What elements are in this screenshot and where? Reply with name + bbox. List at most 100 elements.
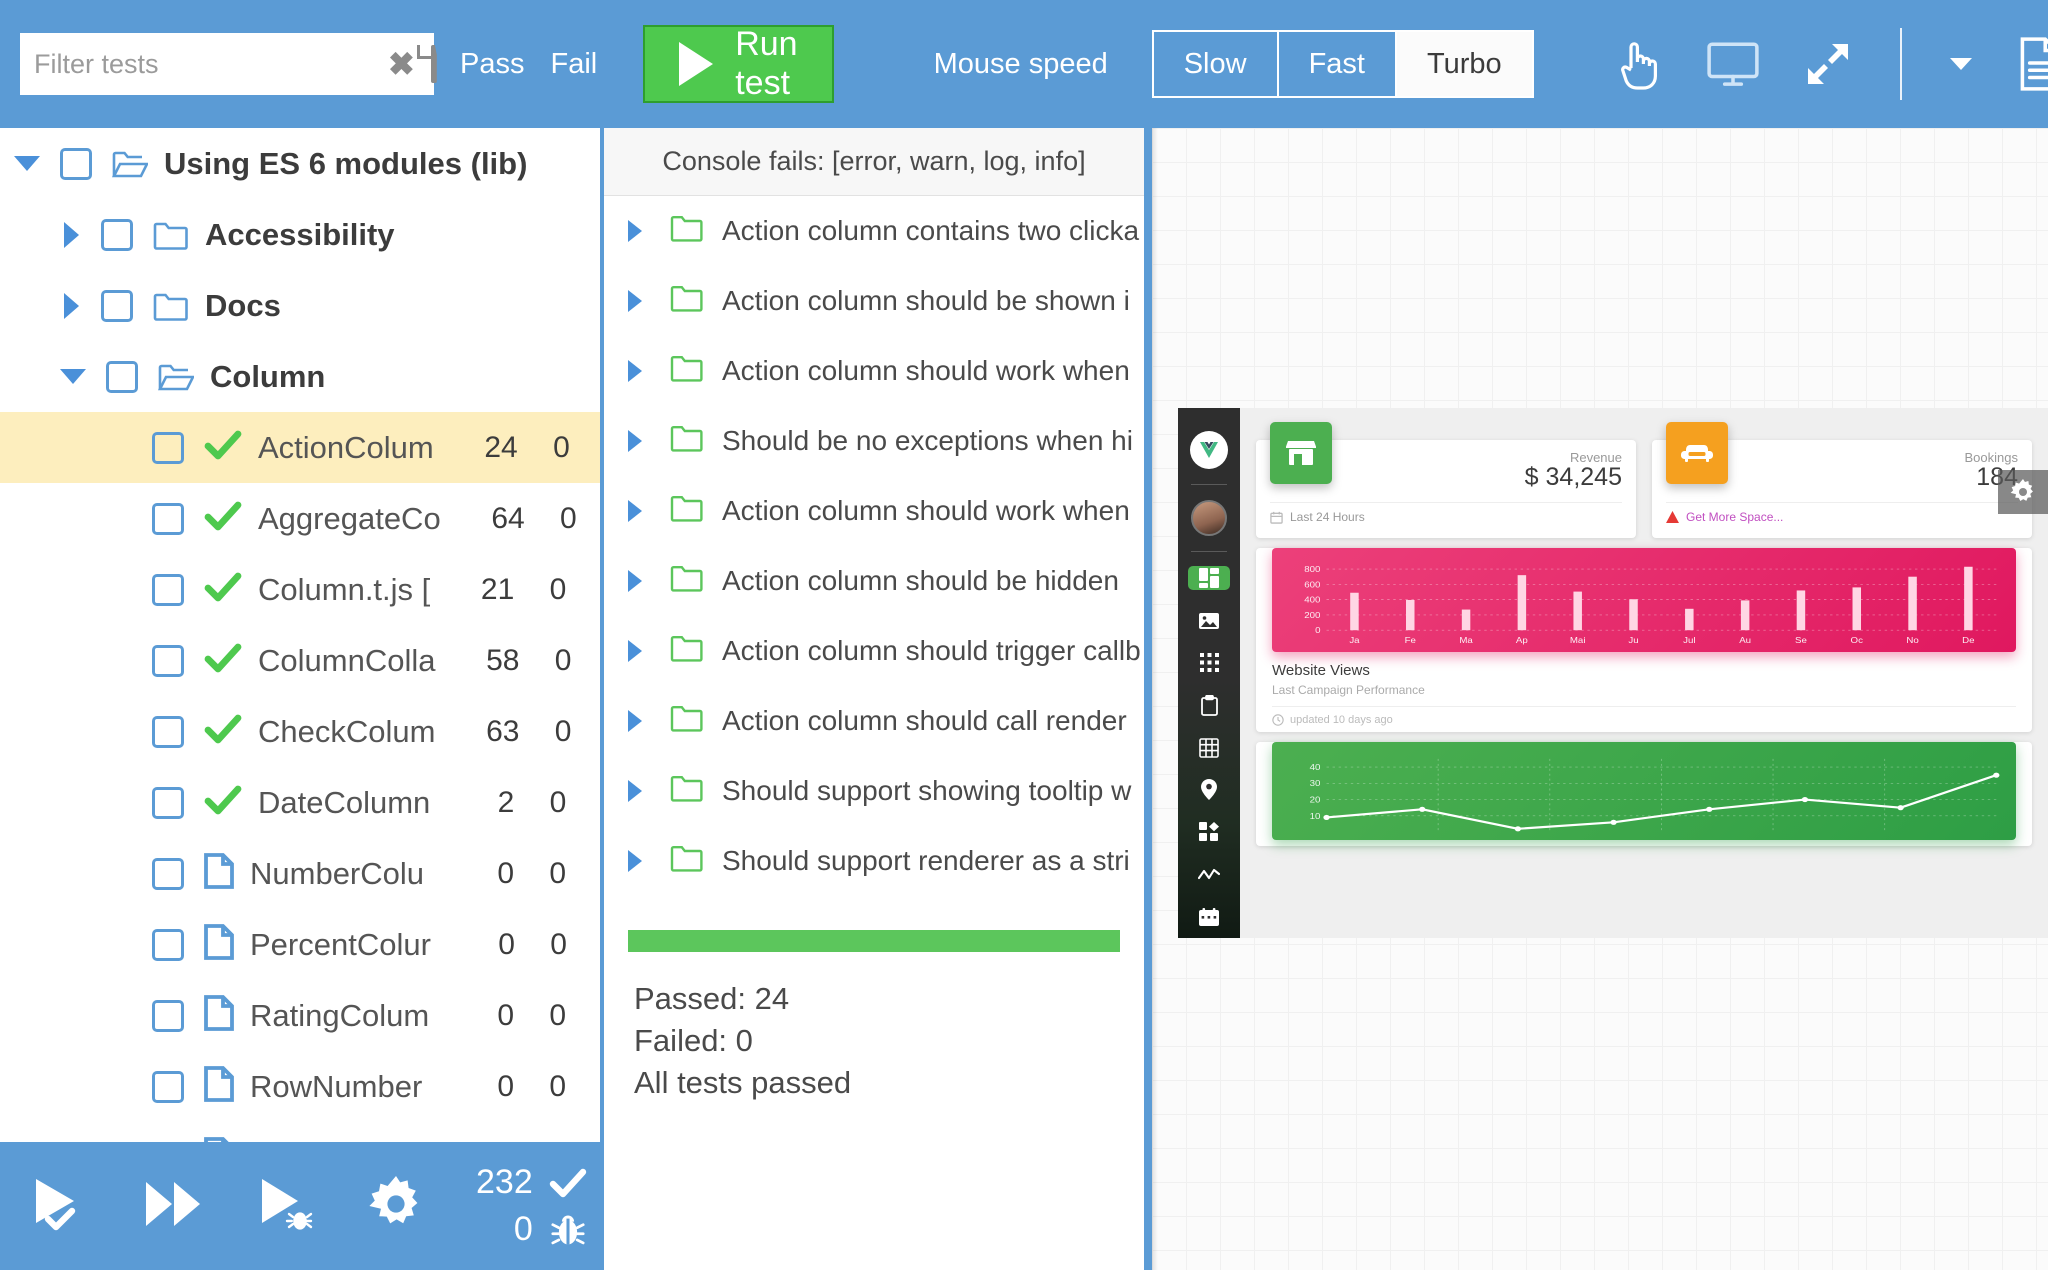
run-debug-icon[interactable]	[256, 1175, 316, 1238]
chevron-right-icon[interactable]	[628, 290, 642, 312]
clipboard-icon[interactable]	[1188, 693, 1230, 717]
chevron-right-icon[interactable]	[628, 850, 642, 872]
console-row[interactable]: Action column should work when	[604, 336, 1144, 406]
tree-row[interactable]: ActionColum240	[0, 412, 600, 483]
console-row[interactable]: Should support renderer as a stri	[604, 826, 1144, 896]
filter-tests-box[interactable]: ✖	[20, 33, 434, 95]
dashboard-grid-icon[interactable]	[1188, 566, 1230, 590]
console-row[interactable]: Action column should work when	[604, 476, 1144, 546]
tree-row[interactable]: Using ES 6 modules (lib)	[0, 128, 600, 199]
settings-gear-icon[interactable]	[1998, 470, 2048, 514]
speed-option-turbo[interactable]: Turbo	[1397, 32, 1532, 96]
user-avatar-icon[interactable]	[1188, 500, 1230, 536]
console-row[interactable]: Should support showing tooltip w	[604, 756, 1144, 826]
document-lines-icon[interactable]	[2016, 36, 2048, 92]
chevron-right-icon[interactable]	[628, 780, 642, 802]
tree-row[interactable]: PercentColur00	[0, 909, 600, 980]
console-row[interactable]: Action column should trigger callb	[604, 616, 1144, 686]
chevron-down-icon[interactable]	[1950, 58, 1972, 70]
chevron-right-icon[interactable]	[628, 710, 642, 732]
run-all-checked-icon[interactable]	[30, 1175, 90, 1238]
chevron-right-icon[interactable]	[628, 640, 642, 662]
settings-gear-icon[interactable]	[368, 1176, 424, 1237]
trend-line-icon[interactable]	[1188, 862, 1230, 886]
folder-icon	[670, 495, 704, 527]
run-fast-forward-icon[interactable]	[142, 1178, 204, 1235]
tree-row-checkbox[interactable]	[152, 503, 184, 535]
tree-row-checkbox[interactable]	[152, 929, 184, 961]
chevron-right-icon[interactable]	[64, 222, 79, 248]
console-row[interactable]: Should be no exceptions when hi	[604, 406, 1144, 476]
chevron-right-icon[interactable]	[628, 220, 642, 242]
test-tree-panel[interactable]: Using ES 6 modules (lib)AccessibilityDoc…	[0, 128, 600, 1142]
summary-passed: Passed: 24	[634, 978, 1144, 1020]
pointer-hand-icon[interactable]	[1612, 36, 1662, 92]
bar-chart: 8006004002000JaFeMaApMaiJuJulAuSeOcNoDe	[1272, 548, 2016, 652]
tree-row-checkbox[interactable]	[152, 716, 184, 748]
app-preview-panel[interactable]: Revenue $ 34,245 Last 24 Hours	[1152, 128, 2048, 1270]
chevron-right-icon[interactable]	[628, 430, 642, 452]
tree-row-checkbox[interactable]	[106, 361, 138, 393]
monitor-icon[interactable]	[1706, 41, 1760, 87]
tree-row-label: PercentColur	[250, 927, 431, 963]
console-row[interactable]: Action column should be shown i	[604, 266, 1144, 336]
expand-arrows-icon[interactable]	[1804, 40, 1852, 88]
tree-row-checkbox[interactable]	[101, 219, 133, 251]
line-chart-card[interactable]: 10203040	[1256, 742, 2032, 846]
tree-row[interactable]: Accessibility	[0, 199, 600, 270]
vue-logo-icon[interactable]	[1188, 431, 1230, 469]
tree-row[interactable]: TemplateCol00	[0, 1122, 600, 1142]
tree-row-checkbox[interactable]	[152, 432, 184, 464]
tree-row-checkbox[interactable]	[152, 645, 184, 677]
filter-tests-input[interactable]	[34, 49, 388, 80]
console-row[interactable]: Action column should call render	[604, 686, 1144, 756]
tree-row[interactable]: DateColumn20	[0, 767, 600, 838]
tree-row[interactable]: RowNumber00	[0, 1051, 600, 1122]
pass-filter-button[interactable]: Pass	[460, 48, 524, 81]
tree-row[interactable]: RatingColum00	[0, 980, 600, 1051]
tree-row-checkbox[interactable]	[60, 148, 92, 180]
calendar-icon[interactable]	[1188, 905, 1230, 929]
run-test-button[interactable]: Run test	[643, 25, 833, 103]
tree-row[interactable]: ColumnColla580	[0, 625, 600, 696]
stat-card-revenue[interactable]: Revenue $ 34,245 Last 24 Hours	[1256, 440, 1636, 538]
tree-row-checkbox[interactable]	[152, 1000, 184, 1032]
console-row[interactable]: Action column should be hidden	[604, 546, 1144, 616]
chevron-down-icon[interactable]	[14, 156, 40, 171]
folder-icon	[670, 285, 704, 317]
map-pin-icon[interactable]	[1188, 778, 1230, 802]
widgets-icon[interactable]	[1188, 820, 1230, 844]
preview-dashboard[interactable]: Revenue $ 34,245 Last 24 Hours	[1178, 408, 2048, 938]
tree-row[interactable]: Column.t.js [210	[0, 554, 600, 625]
tree-row-checkbox[interactable]	[152, 787, 184, 819]
dashboard-sidebar[interactable]	[1178, 408, 1240, 938]
tree-row[interactable]: Column	[0, 341, 600, 412]
website-views-card[interactable]: 8006004002000JaFeMaApMaiJuJulAuSeOcNoDe …	[1256, 548, 2032, 732]
tree-row-checkbox[interactable]	[101, 290, 133, 322]
tree-row[interactable]: NumberColu00	[0, 838, 600, 909]
chevron-right-icon[interactable]	[64, 293, 79, 319]
chevron-down-icon[interactable]	[60, 369, 86, 384]
tree-row-pass-count: 2	[430, 786, 514, 820]
tree-row-checkbox[interactable]	[152, 1071, 184, 1103]
tree-row[interactable]: CheckColum630	[0, 696, 600, 767]
chevron-right-icon[interactable]	[628, 570, 642, 592]
stat-card-bookings[interactable]: Bookings 184 Get More Space...	[1652, 440, 2032, 538]
console-row-label: Action column should be hidden	[722, 565, 1119, 597]
table-grid-icon[interactable]	[1188, 735, 1230, 759]
speed-option-slow[interactable]: Slow	[1154, 32, 1279, 96]
chevron-right-icon[interactable]	[628, 360, 642, 382]
tree-row[interactable]: AggregateCo640	[0, 483, 600, 554]
apps-grid-icon[interactable]	[1188, 651, 1230, 675]
speed-option-fast[interactable]: Fast	[1279, 32, 1397, 96]
tree-row-checkbox[interactable]	[152, 574, 184, 606]
fail-filter-button[interactable]: Fail	[550, 48, 597, 81]
chevron-right-icon[interactable]	[628, 500, 642, 522]
tree-row-fail-count: 0	[514, 999, 600, 1033]
console-row[interactable]: Action column contains two clicka	[604, 196, 1144, 266]
image-icon[interactable]	[1188, 608, 1230, 632]
tree-row[interactable]: Docs	[0, 270, 600, 341]
clear-x-icon[interactable]: ✖	[388, 48, 415, 80]
folder-icon	[670, 705, 704, 737]
tree-row-checkbox[interactable]	[152, 858, 184, 890]
